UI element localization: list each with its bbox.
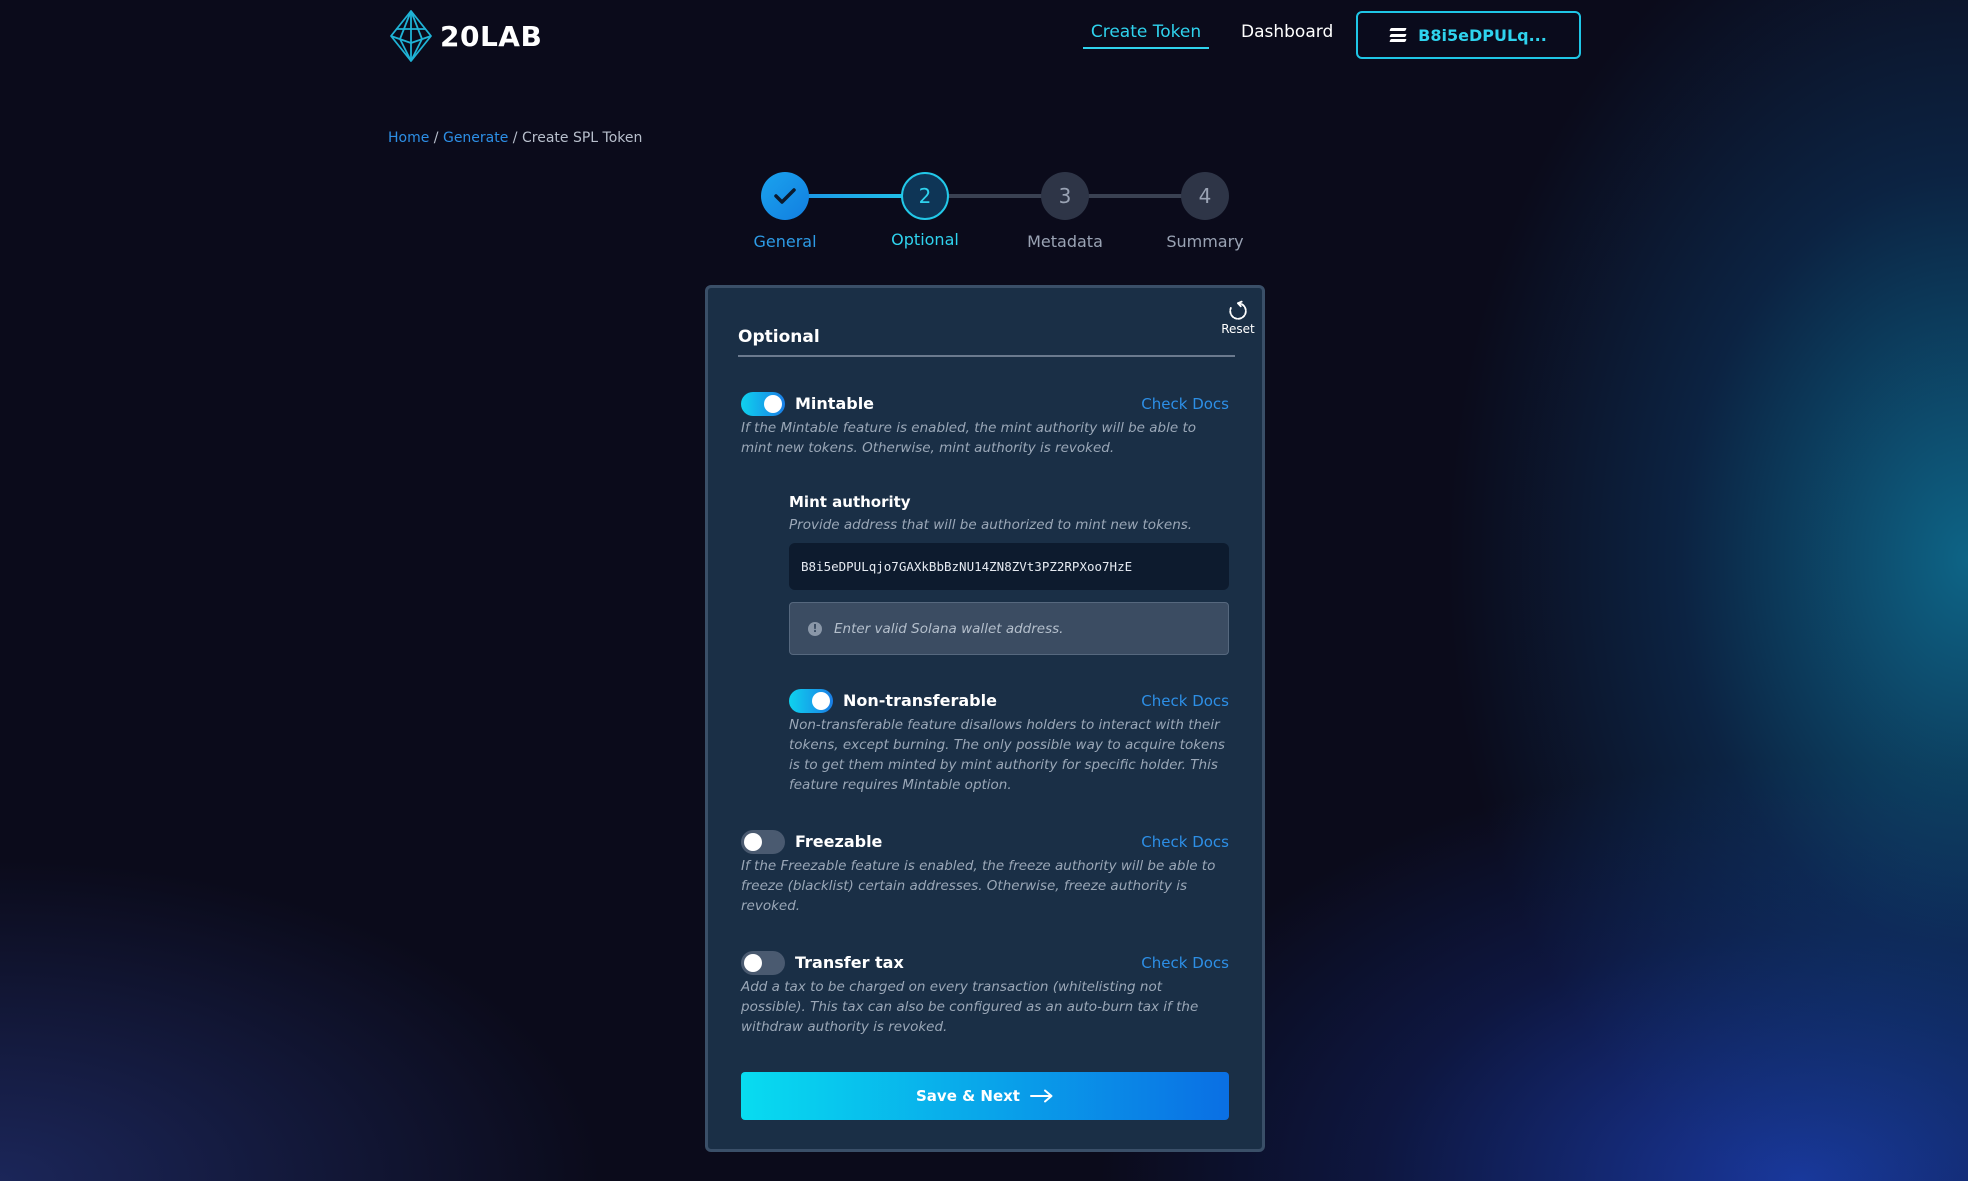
breadcrumb-generate[interactable]: Generate [443, 130, 508, 146]
step-label: Optional [891, 230, 959, 249]
non-transferable-check-docs-link[interactable]: Check Docs [1141, 692, 1229, 710]
step-label: Summary [1166, 232, 1244, 251]
breadcrumb-home[interactable]: Home [388, 130, 429, 146]
non-transferable-label: Non-transferable [843, 691, 997, 710]
non-transferable-toggle[interactable] [789, 689, 833, 713]
mint-authority-input[interactable] [789, 543, 1229, 590]
address-validation-alert: ! Enter valid Solana wallet address. [789, 602, 1229, 655]
mintable-label: Mintable [795, 394, 875, 413]
mint-authority-description: Provide address that will be authorized … [789, 517, 1193, 533]
card-title: Optional [738, 327, 820, 347]
alert-text: Enter valid Solana wallet address. [834, 620, 1064, 637]
step-general[interactable]: General [730, 172, 840, 251]
step-label: General [753, 232, 817, 251]
save-button-label: Save & Next [916, 1087, 1020, 1105]
mintable-toggle[interactable] [741, 392, 785, 416]
mintable-check-docs-link[interactable]: Check Docs [1141, 395, 1229, 413]
breadcrumb-separator: / [429, 130, 443, 146]
diamond-logo-icon [390, 10, 432, 62]
breadcrumb: Home / Generate / Create SPL Token [388, 130, 642, 146]
breadcrumb-separator: / [508, 130, 522, 146]
transfer-tax-description: Add a tax to be charged on every transac… [741, 979, 1199, 1035]
mintable-description: If the Mintable feature is enabled, the … [741, 420, 1197, 456]
nav-create-token[interactable]: Create Token [1083, 22, 1209, 49]
progress-stepper: General 2 Optional 3 Metadata 4 Summary [730, 172, 1244, 252]
step-number: 2 [901, 172, 949, 220]
title-divider [738, 355, 1235, 357]
freezable-check-docs-link[interactable]: Check Docs [1141, 833, 1229, 851]
step-summary[interactable]: 4 Summary [1150, 172, 1260, 251]
transfer-tax-label: Transfer tax [795, 953, 904, 972]
check-icon [761, 172, 809, 220]
step-number: 3 [1041, 172, 1089, 220]
optional-settings-card: Optional Reset Mintable Check Docs If th… [705, 285, 1265, 1152]
step-metadata[interactable]: 3 Metadata [1010, 172, 1120, 251]
freezable-toggle[interactable] [741, 830, 785, 854]
step-number: 4 [1181, 172, 1229, 220]
wallet-button[interactable]: B8i5eDPULq... [1356, 11, 1581, 59]
step-optional[interactable]: 2 Optional [870, 172, 980, 249]
transfer-tax-check-docs-link[interactable]: Check Docs [1141, 954, 1229, 972]
mint-authority-label: Mint authority [789, 493, 911, 511]
info-icon: ! [808, 621, 822, 636]
reset-label: Reset [1221, 322, 1255, 336]
wallet-address: B8i5eDPULq... [1418, 25, 1547, 45]
logo[interactable]: 20LAB [388, 9, 542, 63]
save-and-next-button[interactable]: Save & Next [741, 1072, 1229, 1120]
transfer-tax-toggle[interactable] [741, 951, 785, 975]
reset-button[interactable]: Reset [1218, 300, 1258, 336]
solana-icon [1389, 28, 1407, 42]
reset-icon [1229, 300, 1247, 320]
freezable-description: If the Freezable feature is enabled, the… [741, 858, 1216, 914]
arrow-right-icon [1029, 1089, 1053, 1103]
breadcrumb-current: Create SPL Token [521, 130, 643, 146]
logo-text: 20LAB [440, 19, 543, 53]
non-transferable-description: Non-transferable feature disallows holde… [789, 717, 1225, 793]
step-label: Metadata [1027, 232, 1103, 251]
nav-dashboard[interactable]: Dashboard [1241, 22, 1333, 42]
freezable-label: Freezable [795, 832, 883, 851]
